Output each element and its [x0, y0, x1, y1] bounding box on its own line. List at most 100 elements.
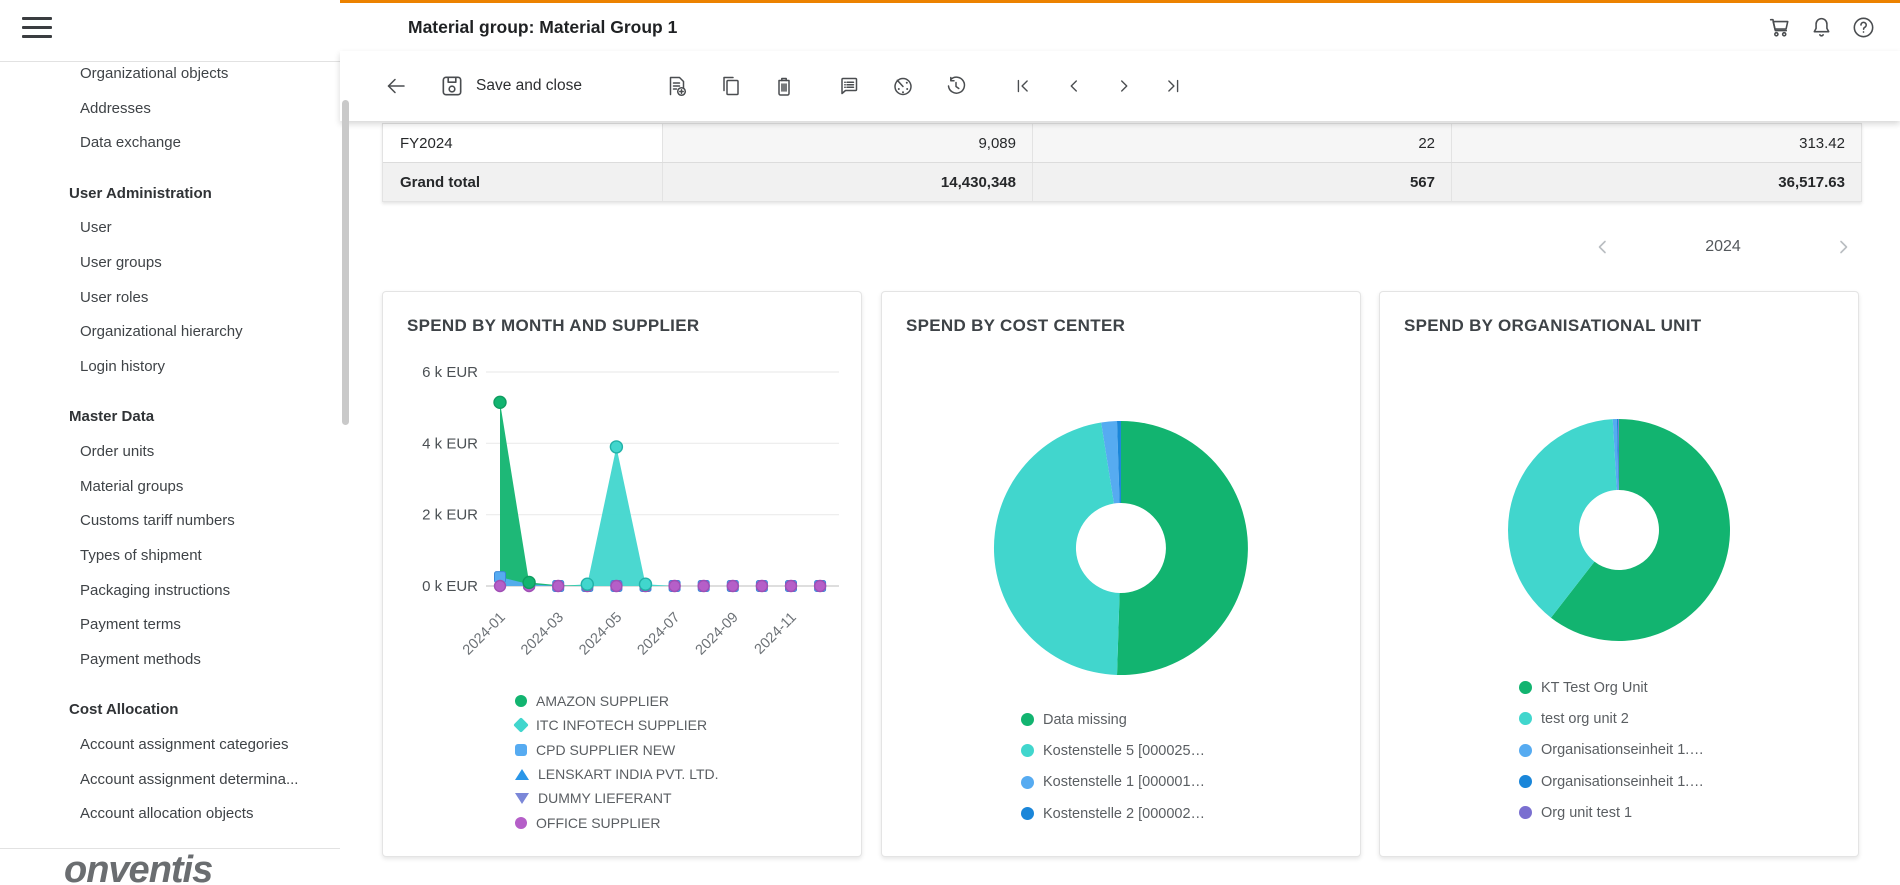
legend-item[interactable]: Kostenstelle 5 [000025… — [1021, 735, 1205, 766]
page-title: Material group: Material Group 1 — [408, 3, 677, 51]
year-value: 2024 — [1705, 238, 1741, 256]
legend-label: Data missing — [1043, 712, 1127, 728]
nav-section-header: Cost Allocation — [0, 693, 340, 728]
legend-swatch — [515, 695, 527, 707]
legend-item[interactable]: OFFICE SUPPLIER — [515, 810, 719, 834]
save-and-close-label: Save and close — [476, 77, 582, 95]
last-record-button[interactable] — [1155, 68, 1191, 104]
card-spend-by-organisational-unit: SPEND BY ORGANISATIONAL UNIT KT Test Org… — [1379, 291, 1859, 857]
sidebar-item-account-assignment-determina[interactable]: Account assignment determina... — [0, 763, 340, 798]
legend-item[interactable]: DUMMY LIEFERANT — [515, 786, 719, 810]
sidebar-item-order-units[interactable]: Order units — [0, 435, 340, 470]
content-area: Material group: Material Group 1 — [340, 0, 1900, 885]
legend-label: Kostenstelle 1 [000001… — [1043, 774, 1205, 790]
row-value: 14,430,348 — [662, 163, 1032, 201]
gauge-button[interactable] — [885, 68, 921, 104]
next-record-button[interactable] — [1106, 68, 1142, 104]
onventis-logo: onventis — [64, 849, 212, 885]
nav-section: Master DataOrder unitsMaterial groupsCus… — [0, 400, 340, 678]
svg-text:2024-07: 2024-07 — [634, 610, 683, 659]
legend-item[interactable]: test org unit 2 — [1519, 703, 1704, 734]
new-document-button[interactable] — [659, 68, 695, 104]
card-title: SPEND BY MONTH AND SUPPLIER — [407, 316, 699, 336]
sidebar-item-account-allocation-objects[interactable]: Account allocation objects — [0, 797, 340, 832]
legend-label: OFFICE SUPPLIER — [536, 815, 660, 831]
sidebar-nav: Organizational objectsAddressesData exch… — [0, 57, 340, 832]
comment-button[interactable] — [831, 68, 867, 104]
legend-label: DUMMY LIEFERANT — [538, 790, 672, 806]
nav-section: User AdministrationUserUser groupsUser r… — [0, 177, 340, 385]
legend-item[interactable]: Organisationseinheit 1.… — [1519, 766, 1704, 797]
delete-button[interactable] — [766, 68, 802, 104]
spend-by-month-chart: 0 k EUR2 k EUR4 k EUR6 k EUR2024-012024-… — [383, 352, 861, 662]
legend-item[interactable]: ITC INFOTECH SUPPLIER — [515, 713, 719, 737]
bell-icon[interactable] — [1809, 15, 1834, 40]
legend-item[interactable]: Kostenstelle 1 [000001… — [1021, 767, 1205, 798]
legend-item[interactable]: Organisationseinheit 1.… — [1519, 735, 1704, 766]
sidebar-item-addresses[interactable]: Addresses — [0, 92, 340, 127]
legend-item[interactable]: Kostenstelle 2 [000002… — [1021, 798, 1205, 829]
legend-swatch — [515, 793, 529, 804]
organisational-unit-legend: KT Test Org Unittest org unit 2 Organisat… — [1519, 672, 1704, 828]
cost-center-legend: Data missing Kostenstelle 5 [000025… Koste… — [1021, 704, 1205, 829]
legend-label: ITC INFOTECH SUPPLIER — [536, 717, 707, 733]
sidebar-item-login-history[interactable]: Login history — [0, 350, 340, 385]
svg-text:2024-03: 2024-03 — [518, 610, 567, 659]
summary-table: FY20249,08922313.42Grand total14,430,348… — [382, 123, 1862, 202]
legend-label: Org unit test 1 — [1541, 805, 1632, 821]
legend-item[interactable]: Org unit test 1 — [1519, 797, 1704, 828]
toolbar: Save and close — [340, 51, 1900, 121]
sidebar-item-payment-methods[interactable]: Payment methods — [0, 643, 340, 678]
sidebar-item-organizational-objects[interactable]: Organizational objects — [0, 57, 340, 92]
sidebar-item-types-of-shipment[interactable]: Types of shipment — [0, 539, 340, 574]
legend-swatch — [515, 817, 527, 829]
legend-swatch — [1021, 776, 1034, 789]
legend-item[interactable]: CPD SUPPLIER NEW — [515, 738, 719, 762]
history-button[interactable] — [938, 68, 974, 104]
sidebar-item-material-groups[interactable]: Material groups — [0, 470, 340, 505]
back-button[interactable] — [378, 68, 414, 104]
row-value: 36,517.63 — [1451, 163, 1861, 201]
previous-record-button[interactable] — [1056, 68, 1092, 104]
copy-button[interactable] — [713, 68, 749, 104]
sidebar-item-packaging-instructions[interactable]: Packaging instructions — [0, 574, 340, 609]
legend-item[interactable]: KT Test Org Unit — [1519, 672, 1704, 703]
supplier-legend: AMAZON SUPPLIER ITC INFOTECH SUPPLIER CPD … — [515, 689, 719, 835]
legend-swatch — [513, 718, 529, 734]
sidebar-item-user-groups[interactable]: User groups — [0, 246, 340, 281]
legend-label: CPD SUPPLIER NEW — [536, 742, 675, 758]
sidebar-item-customs-tariff-numbers[interactable]: Customs tariff numbers — [0, 504, 340, 539]
hamburger-menu-icon[interactable] — [22, 17, 52, 39]
sidebar-item-user[interactable]: User — [0, 211, 340, 246]
first-record-button[interactable] — [1005, 68, 1041, 104]
legend-label: Organisationseinheit 1.… — [1541, 742, 1704, 758]
cart-icon[interactable] — [1767, 15, 1792, 40]
save-and-close-button[interactable]: Save and close — [439, 68, 582, 104]
table-row[interactable]: FY20249,08922313.42 — [383, 124, 1861, 162]
vertical-scrollbar-thumb[interactable] — [342, 100, 349, 425]
svg-text:0 k EUR: 0 k EUR — [422, 578, 478, 595]
help-icon[interactable] — [1851, 15, 1876, 40]
svg-text:4 k EUR: 4 k EUR — [422, 435, 478, 452]
svg-text:2024-05: 2024-05 — [576, 610, 625, 659]
legend-swatch — [1519, 681, 1532, 694]
legend-swatch — [1519, 775, 1532, 788]
card-spend-by-cost-center: SPEND BY COST CENTER Data missingKostens… — [881, 291, 1361, 857]
row-value: 313.42 — [1451, 124, 1861, 162]
sidebar-item-data-exchange[interactable]: Data exchange — [0, 126, 340, 161]
legend-swatch — [1519, 712, 1532, 725]
sidebar-item-user-roles[interactable]: User roles — [0, 281, 340, 316]
legend-item[interactable]: Data missing — [1021, 704, 1205, 735]
legend-item[interactable]: LENSKART INDIA PVT. LTD. — [515, 762, 719, 786]
svg-text:2024-01: 2024-01 — [460, 610, 509, 659]
legend-item[interactable]: AMAZON SUPPLIER — [515, 689, 719, 713]
year-prev-icon[interactable] — [1593, 237, 1613, 257]
legend-swatch — [1519, 806, 1532, 819]
sidebar-item-payment-terms[interactable]: Payment terms — [0, 608, 340, 643]
sidebar-item-organizational-hierarchy[interactable]: Organizational hierarchy — [0, 315, 340, 350]
table-row[interactable]: Grand total14,430,34856736,517.63 — [383, 162, 1861, 201]
year-next-icon[interactable] — [1833, 237, 1853, 257]
legend-swatch — [515, 744, 527, 756]
sidebar-item-account-assignment-categories[interactable]: Account assignment categories — [0, 728, 340, 763]
app-window: Organizational objectsAddressesData exch… — [0, 0, 1900, 885]
